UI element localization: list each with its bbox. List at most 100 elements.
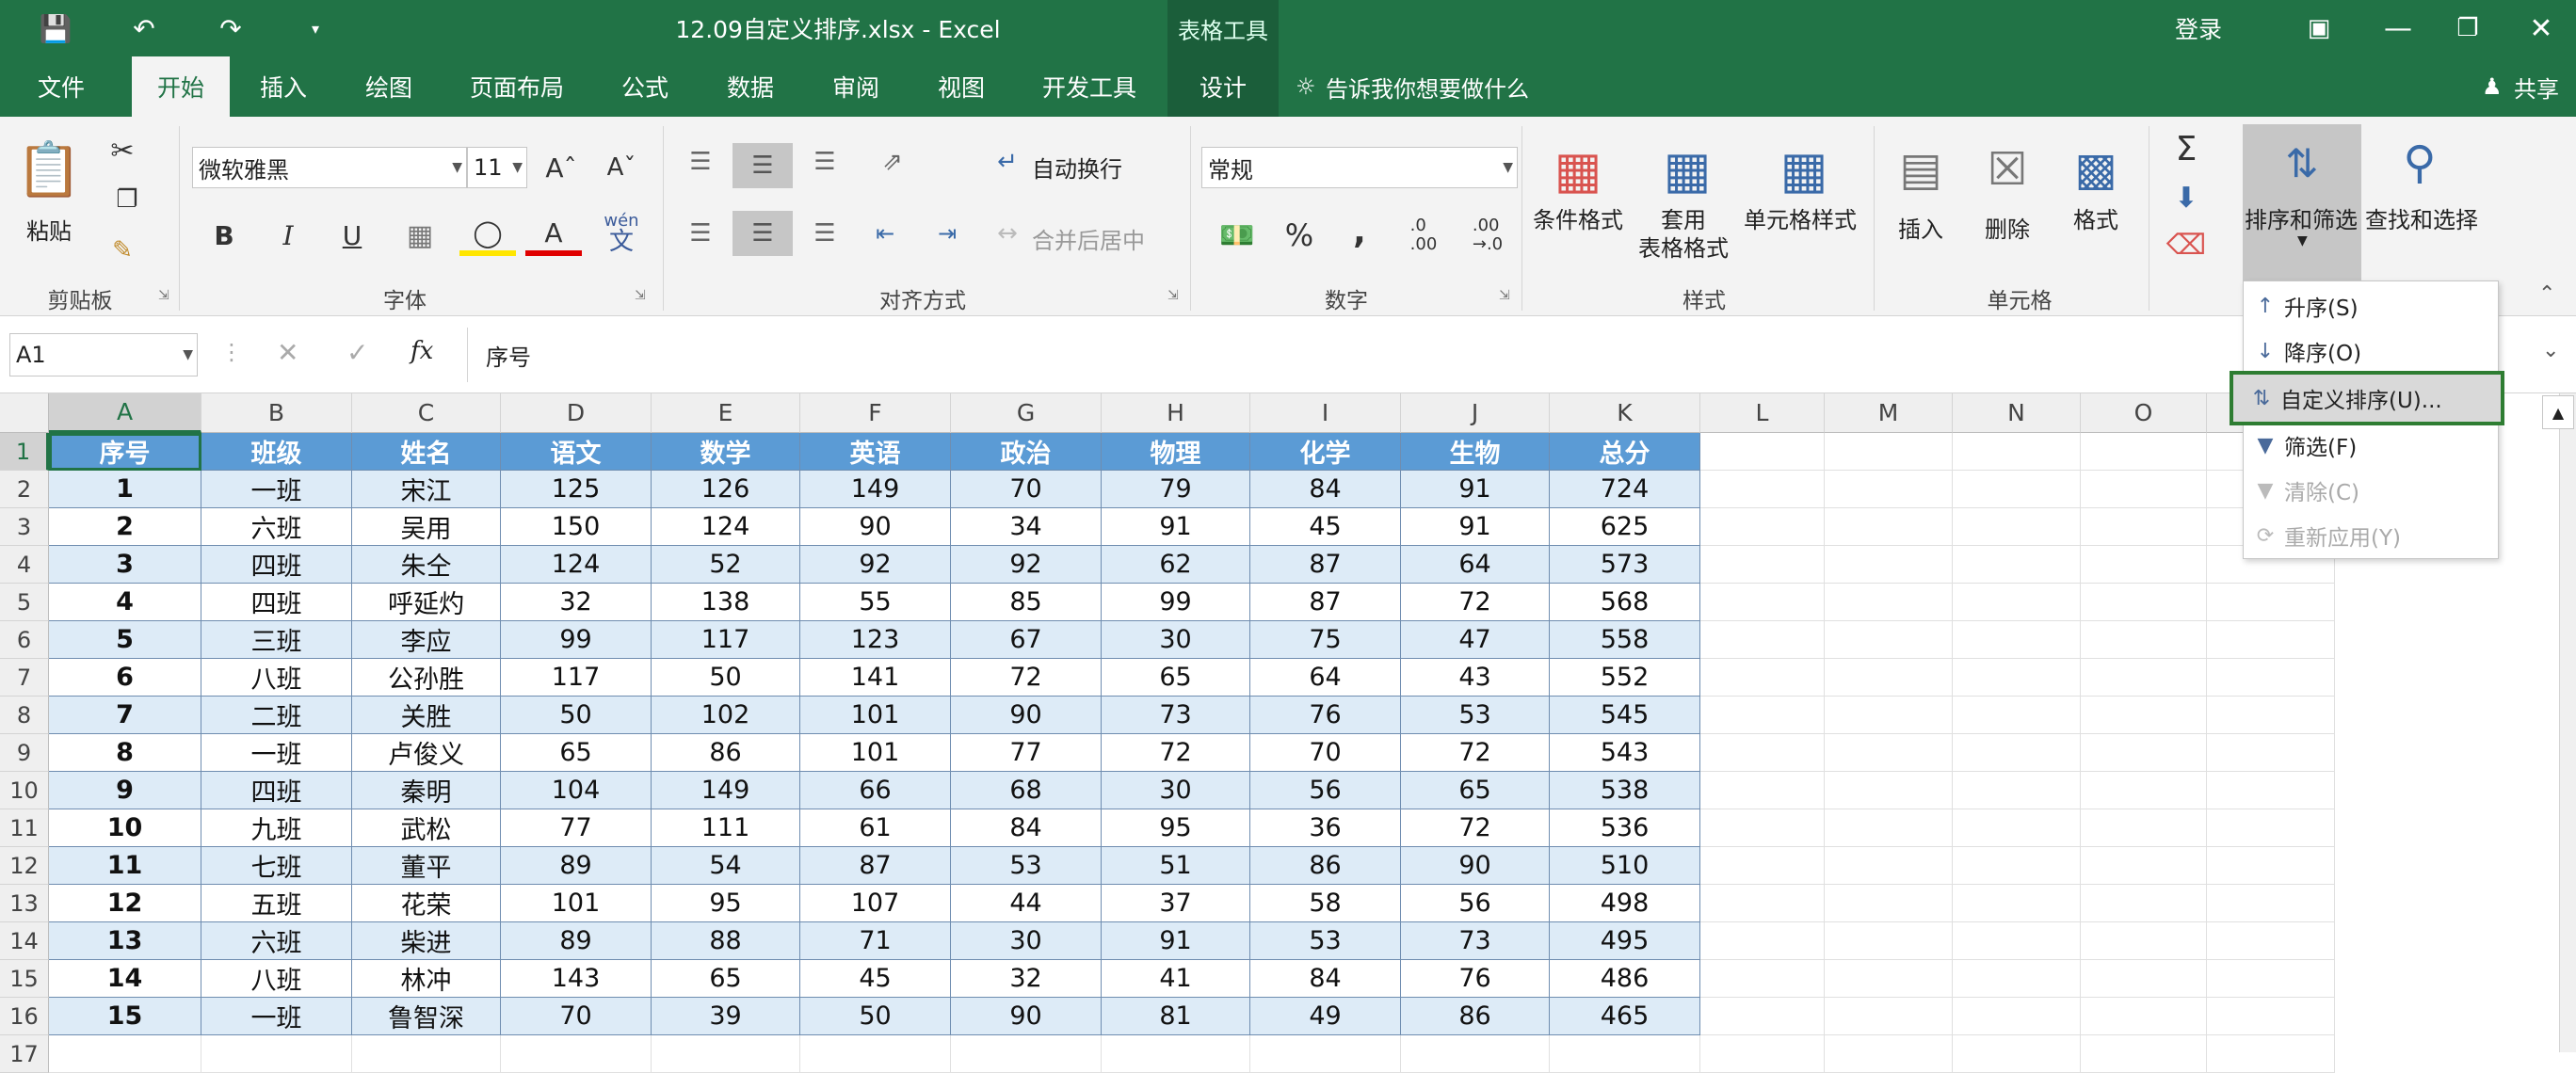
magnifier-icon[interactable]: ⚲ [2382,128,2457,198]
table-cell[interactable]: 91 [1102,922,1250,960]
empty-cell[interactable] [1700,659,1825,697]
table-cell[interactable]: 卢俊义 [352,734,501,772]
redo-icon[interactable]: ↷ [209,9,252,47]
empty-cell[interactable] [1953,885,2081,922]
empty-cell[interactable] [1700,433,1825,471]
table-cell[interactable]: 3 [49,546,201,584]
insert-function-button[interactable]: fx [411,337,433,365]
table-cell[interactable]: 81 [1102,998,1250,1035]
decrease-font-icon[interactable]: Aˇ [603,147,640,188]
tab-page-layout[interactable]: 页面布局 [456,56,578,117]
row-header-15[interactable]: 15 [0,960,49,998]
copy-icon[interactable]: ❐ [104,181,151,218]
align-left-icon[interactable]: ☰ [678,213,723,254]
column-header-L[interactable]: L [1700,393,1825,433]
row-header-17[interactable]: 17 [0,1035,49,1073]
column-header-K[interactable]: K [1550,393,1700,433]
row-header-11[interactable]: 11 [0,809,49,847]
empty-cell[interactable] [1953,546,2081,584]
table-cell[interactable]: 32 [501,584,652,621]
column-header-B[interactable]: B [201,393,352,433]
table-header-cell[interactable]: 总分 [1550,433,1700,471]
menu-item-sort-descending[interactable]: ↓ 降序(O) [2246,329,2495,373]
table-cell[interactable]: 91 [1401,471,1550,508]
empty-cell[interactable] [1700,697,1825,734]
table-cell[interactable]: 568 [1550,584,1700,621]
share-button[interactable]: 共享 [2514,56,2576,117]
table-cell[interactable]: 10 [49,809,201,847]
row-header-13[interactable]: 13 [0,885,49,922]
middle-align-icon[interactable]: ☰ [733,143,793,188]
table-cell[interactable]: 51 [1102,847,1250,885]
row-header-16[interactable]: 16 [0,998,49,1035]
table-cell[interactable]: 102 [652,697,800,734]
italic-icon[interactable]: I [267,215,309,256]
font-color-icon[interactable]: A [525,215,582,256]
table-cell[interactable]: 72 [1102,734,1250,772]
table-cell[interactable]: 14 [49,960,201,998]
decrease-decimal-icon[interactable]: .00 →.0 [1461,213,1514,258]
column-header-G[interactable]: G [951,393,1102,433]
table-cell[interactable]: 70 [1250,734,1401,772]
font-size-dropdown[interactable]: 11 ▼ [467,147,527,188]
table-cell[interactable]: 56 [1250,772,1401,809]
table-header-cell[interactable]: 英语 [800,433,951,471]
table-cell[interactable]: 558 [1550,621,1700,659]
table-cell[interactable]: 76 [1401,960,1550,998]
format-cells-button[interactable]: 格式 [2073,201,2118,234]
table-cell[interactable]: 53 [1401,697,1550,734]
table-cell[interactable]: 鲁智深 [352,998,501,1035]
tab-file[interactable]: 文件 [19,56,104,117]
column-header-E[interactable]: E [652,393,800,433]
table-cell[interactable]: 15 [49,998,201,1035]
login-link[interactable]: 登录 [2156,0,2241,56]
table-cell[interactable]: 花荣 [352,885,501,922]
cancel-icon[interactable]: ✕ [277,337,298,368]
table-cell[interactable]: 65 [501,734,652,772]
fill-color-icon[interactable]: ◯ [459,215,516,256]
empty-cell[interactable] [2081,809,2207,847]
empty-cell[interactable] [1700,508,1825,546]
table-cell[interactable]: 89 [501,847,652,885]
column-header-F[interactable]: F [800,393,951,433]
empty-cell[interactable] [2081,471,2207,508]
table-cell[interactable]: 538 [1550,772,1700,809]
paste-icon[interactable]: 📋 [15,130,83,209]
table-header-cell[interactable]: 语文 [501,433,652,471]
accounting-format-icon[interactable]: 💵 [1207,213,1267,258]
column-header-C[interactable]: C [352,393,501,433]
empty-cell[interactable] [1102,1035,1250,1073]
table-cell[interactable]: 543 [1550,734,1700,772]
column-header-D[interactable]: D [501,393,652,433]
increase-indent-icon[interactable]: ⇥ [926,213,968,254]
format-as-table-icon[interactable]: ▦ [1650,132,1725,207]
table-cell[interactable]: 573 [1550,546,1700,584]
empty-cell[interactable] [1825,546,1953,584]
empty-cell[interactable] [1825,471,1953,508]
cut-icon[interactable]: ✂ [104,132,141,169]
empty-cell[interactable] [2207,922,2335,960]
table-cell[interactable]: 486 [1550,960,1700,998]
empty-cell[interactable] [201,1035,352,1073]
table-cell[interactable]: 465 [1550,998,1700,1035]
empty-cell[interactable] [1953,998,2081,1035]
cell-styles-icon[interactable]: ▦ [1766,132,1842,207]
restore-icon[interactable]: ❐ [2446,9,2489,47]
row-header-12[interactable]: 12 [0,847,49,885]
alignment-launcher-icon[interactable]: ⇲ [1167,288,1179,303]
format-as-table-label-2[interactable]: 表格格式 [1638,230,1729,263]
table-cell[interactable]: 一班 [201,471,352,508]
table-cell[interactable]: 32 [951,960,1102,998]
empty-cell[interactable] [2081,922,2207,960]
table-cell[interactable]: 41 [1102,960,1250,998]
row-header-1[interactable]: 1 [0,433,49,471]
empty-cell[interactable] [1953,922,2081,960]
row-header-10[interactable]: 10 [0,772,49,809]
table-cell[interactable]: 30 [1102,621,1250,659]
table-cell[interactable]: 72 [1401,734,1550,772]
table-cell[interactable]: 52 [652,546,800,584]
empty-cell[interactable] [1700,885,1825,922]
decrease-indent-icon[interactable]: ⇤ [864,213,906,254]
empty-cell[interactable] [1825,734,1953,772]
table-cell[interactable]: 9 [49,772,201,809]
